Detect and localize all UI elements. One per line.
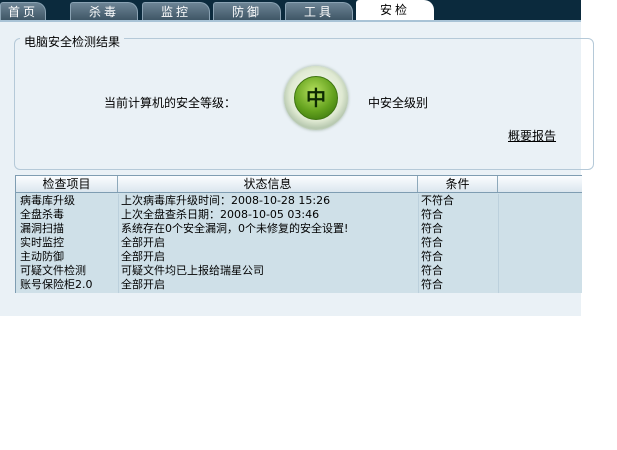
cell-item: 账号保险柜2.0 [20,278,93,291]
tab-security-check[interactable]: 安检 [356,0,434,20]
table-row[interactable]: 病毒库升级 上次病毒库升级时间：2008-10-28 15:26 不符合 [16,194,582,208]
cell-status: 上次病毒库升级时间：2008-10-28 15:26 [121,194,331,207]
table-row[interactable]: 实时监控 全部开启 符合 [16,236,582,250]
check-items-table: 检查项目 状态信息 条件 病毒库升级 上次病毒库升级时间：2008-10-28 … [15,175,582,293]
cell-item: 全盘杀毒 [20,208,64,221]
header-status-info[interactable]: 状态信息 [118,176,418,192]
cell-condition: 符合 [421,278,443,291]
cell-item: 漏洞扫描 [20,222,64,235]
tab-monitor[interactable]: 监控 [142,2,210,20]
table-row[interactable]: 账号保险柜2.0 全部开启 符合 [16,278,582,292]
cell-item: 实时监控 [20,236,64,249]
cell-status: 全部开启 [121,278,165,291]
cell-condition: 符合 [421,236,443,249]
security-level-icon: 中 [284,66,348,130]
summary-report-link[interactable]: 概要报告 [508,127,556,144]
cell-status: 上次全盘查杀日期：2008-10-05 03:46 [121,208,320,221]
cell-condition: 符合 [421,222,443,235]
group-title: 电脑安全检测结果 [20,33,125,50]
table-row[interactable]: 全盘杀毒 上次全盘查杀日期：2008-10-05 03:46 符合 [16,208,582,222]
security-check-window: 首页 杀毒 监控 防御 工具 安检 电脑安全检测结果 当前计算机的安全等级： 中… [0,0,594,316]
tab-bar: 首页 杀毒 监控 防御 工具 安检 [0,0,581,20]
cell-status: 可疑文件均已上报给瑞星公司 [121,264,264,277]
cell-item: 病毒库升级 [20,194,75,207]
cell-condition: 不符合 [421,194,454,207]
header-check-item[interactable]: 检查项目 [16,176,118,192]
cell-condition: 符合 [421,250,443,263]
security-level-text: 中安全级别 [368,96,429,110]
table-header: 检查项目 状态信息 条件 [16,175,582,193]
tab-antivirus[interactable]: 杀毒 [70,2,138,20]
cell-status: 全部开启 [121,250,165,263]
tab-defense[interactable]: 防御 [213,2,281,20]
tab-tools[interactable]: 工具 [285,2,353,20]
table-row[interactable]: 漏洞扫描 系统存在0个安全漏洞，0个未修复的安全设置! 符合 [16,222,582,236]
level-badge-char: 中 [294,76,338,120]
cell-status: 全部开启 [121,236,165,249]
cell-condition: 符合 [421,208,443,221]
cell-condition: 符合 [421,264,443,277]
cell-item: 可疑文件检测 [20,264,86,277]
security-level-label: 当前计算机的安全等级： [104,96,237,110]
header-condition[interactable]: 条件 [418,176,498,192]
tab-home[interactable]: 首页 [0,2,46,20]
table-row[interactable]: 主动防御 全部开启 符合 [16,250,582,264]
cell-status: 系统存在0个安全漏洞，0个未修复的安全设置! [121,222,349,235]
cell-item: 主动防御 [20,250,64,263]
table-row[interactable]: 可疑文件检测 可疑文件均已上报给瑞星公司 符合 [16,264,582,278]
tab-underline [0,20,581,22]
